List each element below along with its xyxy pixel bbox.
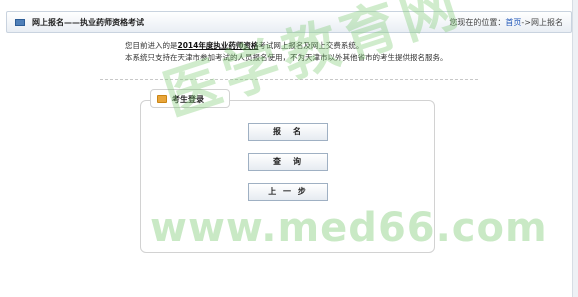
intro-line-2: 本系统只支持在天津市参加考试的人员报名使用，不为天津市以外其他省市的考生提供报名… — [125, 53, 448, 62]
query-button[interactable]: 查 询 — [248, 153, 328, 171]
vertical-scrollbar[interactable] — [572, 0, 578, 297]
breadcrumb-current: 网上报名 — [531, 18, 563, 27]
intro-text: 您目前进入的是2014年度执业药师资格考试网上报名及网上交费系统。 本系统只支持… — [125, 40, 505, 64]
register-button[interactable]: 报 名 — [248, 123, 328, 141]
breadcrumb: 您现在的位置：首页->网上报名 — [449, 17, 563, 28]
previous-step-button[interactable]: 上 一 步 — [248, 183, 328, 201]
intro-line-1-pre: 您目前进入的是 — [125, 41, 178, 50]
login-tab: 考生登录 — [150, 89, 230, 108]
page-title: 网上报名——执业药师资格考试 — [32, 18, 144, 27]
intro-line-1: 您目前进入的是2014年度执业药师资格考试网上报名及网上交费系统。 — [125, 40, 505, 52]
list-icon — [15, 19, 25, 26]
divider — [100, 79, 478, 80]
page-header: 网上报名——执业药师资格考试 您现在的位置：首页->网上报名 — [6, 11, 572, 33]
intro-line-1-post: 考试网上报名及网上交费系统。 — [258, 41, 364, 50]
location-label: 您现在的位置： — [449, 18, 506, 27]
login-tab-label: 考生登录 — [172, 95, 204, 104]
folder-icon — [157, 95, 167, 103]
breadcrumb-separator: -> — [521, 18, 531, 27]
breadcrumb-home-link[interactable]: 首页 — [505, 18, 521, 27]
intro-line-1-emphasis: 2014年度执业药师资格 — [177, 41, 259, 50]
